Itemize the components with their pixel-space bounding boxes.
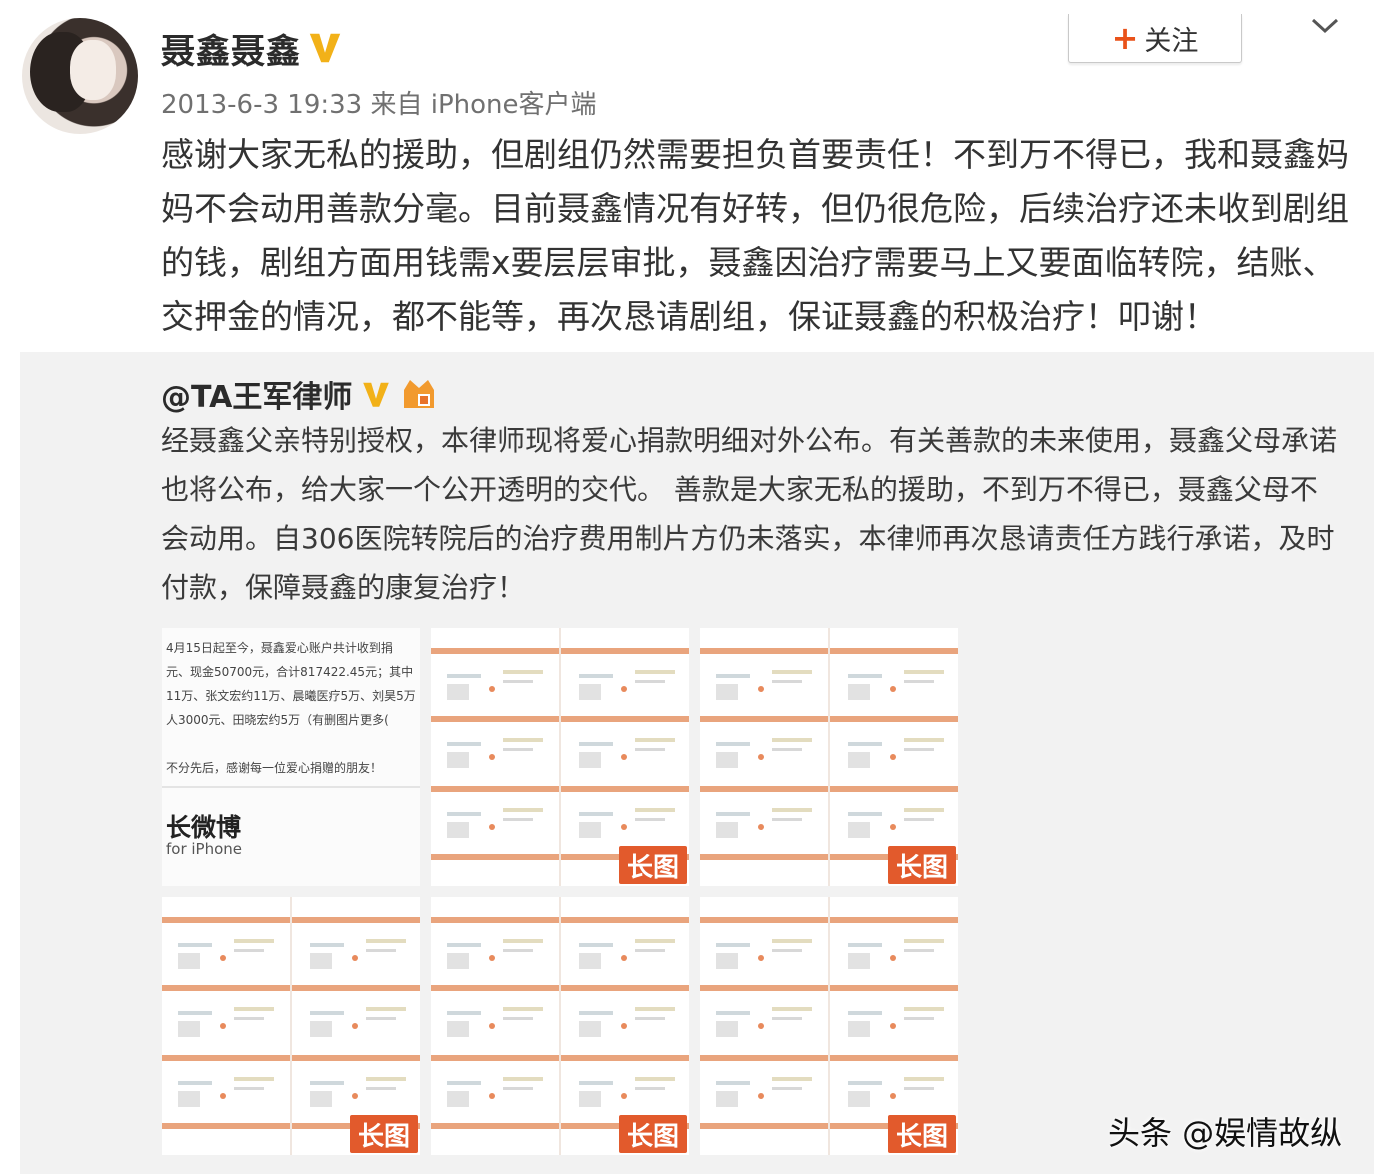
chevron-down-icon[interactable] bbox=[1308, 14, 1342, 38]
author-name[interactable]: 聂鑫聂鑫 bbox=[161, 24, 301, 73]
long-image-thumbnail[interactable]: 长图 bbox=[431, 897, 689, 1155]
repost-body: 经聂鑫父亲特别授权，本律师现将爱心捐款明细对外公布。有关善款的未来使用，聂鑫父母… bbox=[161, 424, 1338, 604]
member-crown-icon[interactable] bbox=[400, 376, 438, 412]
receipt-cell bbox=[162, 993, 282, 1051]
receipt-divider bbox=[828, 897, 830, 1155]
receipt-cell bbox=[832, 794, 952, 852]
receipt-cell bbox=[832, 656, 952, 714]
post-meta: 2013-6-3 19:33 来自 iPhone客户端 bbox=[161, 84, 597, 121]
receipt-cell bbox=[832, 1063, 952, 1121]
repost-author[interactable]: @TA王军律师 bbox=[161, 372, 352, 416]
receipt-cell bbox=[700, 794, 820, 852]
receipt-cell bbox=[700, 1063, 820, 1121]
watermark: 头条 @娱情故纵 bbox=[1108, 1114, 1343, 1152]
plus-icon: + bbox=[1111, 19, 1139, 57]
post-timestamp[interactable]: 2013-6-3 19:33 bbox=[161, 90, 362, 120]
receipt-cell bbox=[563, 993, 683, 1051]
receipt-cell bbox=[832, 993, 952, 1051]
long-weibo-thumbnail[interactable]: 4月15日起至今，聂鑫爱心账户共计收到捐 元、现金50700元，合计817422… bbox=[162, 628, 420, 886]
doc-line: 4月15日起至今，聂鑫爱心账户共计收到捐 bbox=[166, 641, 393, 655]
receipt-divider bbox=[559, 897, 561, 1155]
receipt-cell bbox=[832, 925, 952, 983]
receipt-cell bbox=[431, 724, 551, 782]
receipt-cell bbox=[700, 656, 820, 714]
long-image-thumbnail[interactable]: 长图 bbox=[700, 628, 958, 886]
receipt-cell bbox=[431, 925, 551, 983]
divider bbox=[162, 786, 420, 788]
doc-subtitle: for iPhone bbox=[166, 840, 243, 858]
doc-title: 长微博 bbox=[166, 813, 242, 842]
repost-header: @TA王军律师 bbox=[161, 372, 438, 416]
doc-text: 4月15日起至今，聂鑫爱心账户共计收到捐 元、现金50700元，合计817422… bbox=[166, 636, 416, 780]
long-image-badge: 长图 bbox=[888, 1115, 956, 1153]
receipt-divider bbox=[828, 628, 830, 886]
receipt-cell bbox=[294, 1063, 414, 1121]
follow-button[interactable]: + 关注 bbox=[1068, 14, 1242, 63]
receipt-cell bbox=[162, 925, 282, 983]
long-image-badge: 长图 bbox=[619, 1115, 687, 1153]
long-image-badge: 长图 bbox=[350, 1115, 418, 1153]
doc-line bbox=[166, 732, 416, 756]
author-avatar[interactable] bbox=[22, 18, 138, 134]
verified-v-icon bbox=[309, 33, 341, 63]
doc-line: 不分先后，感谢每一位爱心捐赠的朋友！ bbox=[166, 761, 383, 775]
receipt-divider bbox=[559, 628, 561, 886]
long-image-badge: 长图 bbox=[888, 846, 956, 884]
follow-label: 关注 bbox=[1144, 25, 1199, 57]
doc-line: 11万、张文宏约11万、晨曦医疗5万、刘昊5万 bbox=[166, 689, 416, 703]
receipt-cell bbox=[431, 993, 551, 1051]
receipt-cell bbox=[832, 724, 952, 782]
receipt-cell bbox=[700, 925, 820, 983]
long-image-badge: 长图 bbox=[619, 846, 687, 884]
receipt-cell bbox=[563, 656, 683, 714]
post-body: 感谢大家无私的援助，但剧组仍然需要担负首要责任！不到万不得已，我和聂鑫妈妈不会动… bbox=[161, 135, 1349, 336]
receipt-cell bbox=[563, 794, 683, 852]
verified-v-icon bbox=[363, 382, 390, 407]
receipt-cell bbox=[431, 1063, 551, 1121]
receipt-cell bbox=[294, 925, 414, 983]
receipt-cell bbox=[563, 925, 683, 983]
long-image-thumbnail[interactable]: 长图 bbox=[700, 897, 958, 1155]
post-source: 来自 iPhone客户端 bbox=[370, 90, 597, 120]
receipt-cell bbox=[563, 724, 683, 782]
long-image-thumbnail[interactable]: 长图 bbox=[431, 628, 689, 886]
receipt-cell bbox=[563, 1063, 683, 1121]
receipt-cell bbox=[294, 993, 414, 1051]
doc-line: 人3000元、田晓宏约5万（有删图片更多( bbox=[166, 713, 389, 727]
receipt-cell bbox=[700, 724, 820, 782]
long-image-thumbnail[interactable]: 长图 bbox=[162, 897, 420, 1155]
doc-line: 元、现金50700元，合计817422.45元；其中 bbox=[166, 665, 414, 679]
receipt-divider bbox=[290, 897, 292, 1155]
receipt-cell bbox=[162, 1063, 282, 1121]
receipt-cell bbox=[431, 794, 551, 852]
receipt-cell bbox=[700, 993, 820, 1051]
receipt-cell bbox=[431, 656, 551, 714]
